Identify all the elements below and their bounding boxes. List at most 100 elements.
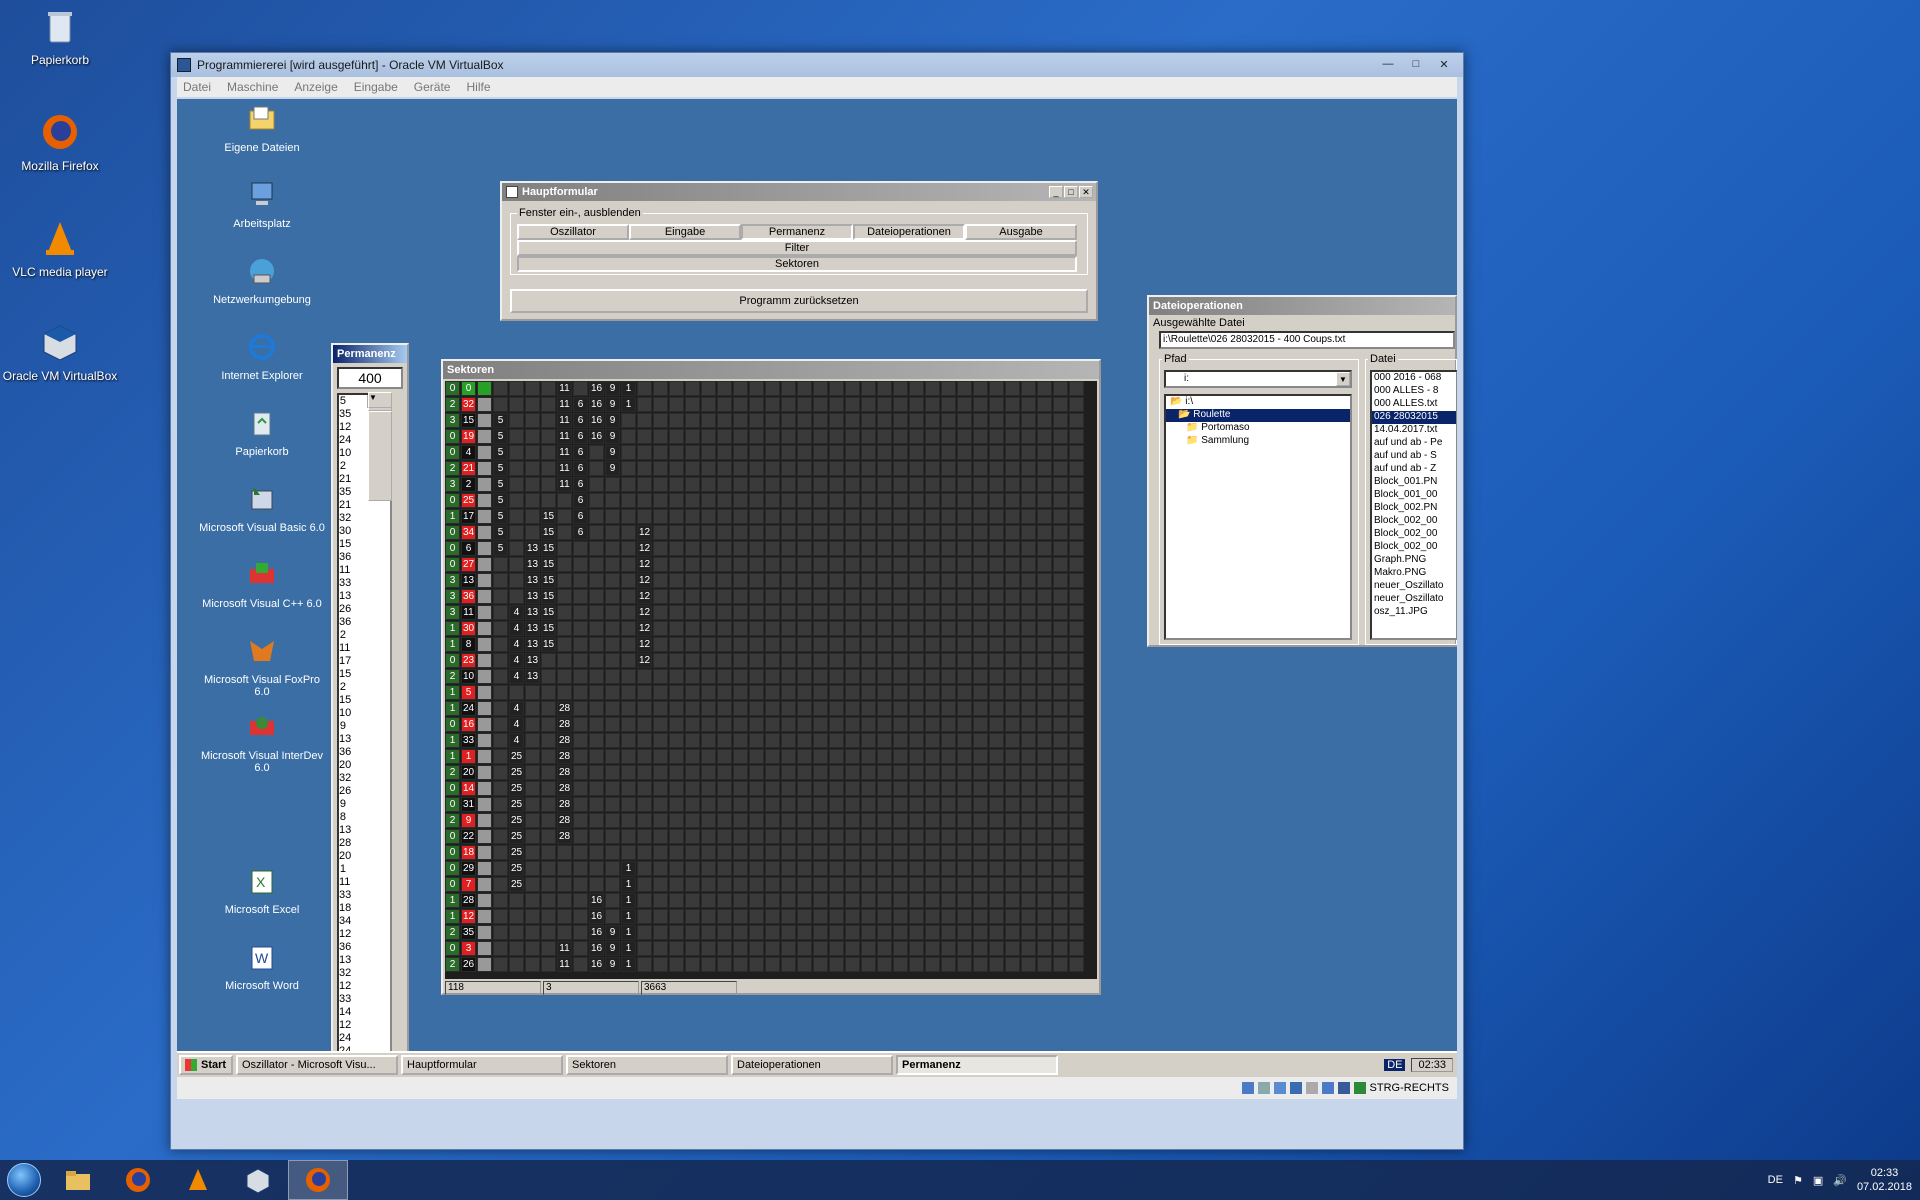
- taskbar-firefox[interactable]: [108, 1160, 168, 1200]
- file-item[interactable]: auf und ab - Pe: [1372, 437, 1456, 450]
- folder-item-selected[interactable]: 📂 Roulette: [1166, 409, 1350, 422]
- permanenz-number[interactable]: 14: [339, 1006, 368, 1019]
- scroll-down-arrow-icon[interactable]: ▼: [368, 392, 392, 408]
- permanenz-number[interactable]: 36: [339, 616, 368, 629]
- permanenz-number[interactable]: 10: [339, 447, 368, 460]
- file-item[interactable]: neuer_Oszillato: [1372, 593, 1456, 606]
- file-item[interactable]: 026 28032015: [1372, 411, 1456, 424]
- file-item[interactable]: Block_002_00: [1372, 515, 1456, 528]
- permanenz-number[interactable]: 12: [339, 1019, 368, 1032]
- guest-icon-word[interactable]: W Microsoft Word: [197, 941, 327, 992]
- file-item[interactable]: auf und ab - Z: [1372, 463, 1456, 476]
- hdd-icon[interactable]: [1241, 1082, 1254, 1094]
- file-item[interactable]: 000 ALLES - 8: [1372, 385, 1456, 398]
- permanenz-titlebar[interactable]: Permanenz: [333, 345, 407, 363]
- taskbar-oszillator[interactable]: Oszillator - Microsoft Visu...: [236, 1055, 398, 1075]
- permanenz-number[interactable]: 9: [339, 798, 368, 811]
- permanenz-number[interactable]: 1: [339, 863, 368, 876]
- permanenz-number[interactable]: 20: [339, 850, 368, 863]
- permanenz-scrollbar[interactable]: ▲ ▼: [367, 392, 392, 501]
- taskbar-sektoren[interactable]: Sektoren: [566, 1055, 728, 1075]
- display-icon[interactable]: [1321, 1082, 1334, 1094]
- permanenz-number[interactable]: 15: [339, 668, 368, 681]
- folder-item[interactable]: 📂 i:\: [1166, 396, 1350, 409]
- usb-icon[interactable]: [1289, 1082, 1302, 1094]
- guest-icon-internet-explorer[interactable]: Internet Explorer: [197, 331, 327, 382]
- permanenz-number[interactable]: 35: [339, 486, 368, 499]
- dateioperationen-button[interactable]: Dateioperationen: [853, 224, 965, 240]
- host-icon-firefox[interactable]: Mozilla Firefox: [0, 112, 120, 173]
- file-item[interactable]: 14.04.2017.txt: [1372, 424, 1456, 437]
- minimize-button[interactable]: _: [1049, 186, 1063, 198]
- menu-hilfe[interactable]: Hilfe: [466, 80, 490, 94]
- menu-eingabe[interactable]: Eingabe: [354, 80, 398, 94]
- permanenz-number[interactable]: 13: [339, 590, 368, 603]
- permanenz-number[interactable]: 24: [339, 434, 368, 447]
- permanenz-number[interactable]: 20: [339, 759, 368, 772]
- file-item[interactable]: Makro.PNG: [1372, 567, 1456, 580]
- permanenz-button[interactable]: Permanenz: [741, 224, 853, 240]
- guest-icon-vcpp[interactable]: Microsoft Visual C++ 6.0: [197, 559, 327, 610]
- permanenz-number[interactable]: 11: [339, 876, 368, 889]
- language-indicator[interactable]: DE: [1384, 1059, 1406, 1071]
- hauptformular-titlebar[interactable]: Hauptformular: [502, 183, 1096, 201]
- guest-icon-network[interactable]: Netzwerkumgebung: [197, 255, 327, 306]
- permanenz-number[interactable]: 12: [339, 928, 368, 941]
- permanenz-number[interactable]: 2: [339, 629, 368, 642]
- menu-geraete[interactable]: Geräte: [414, 80, 451, 94]
- permanenz-number[interactable]: 33: [339, 993, 368, 1006]
- permanenz-number[interactable]: 11: [339, 564, 368, 577]
- file-item[interactable]: neuer_Oszillato: [1372, 580, 1456, 593]
- folder-item[interactable]: 📁 Portomaso: [1166, 422, 1350, 435]
- taskbar-hauptformular[interactable]: Hauptformular: [401, 1055, 563, 1075]
- permanenz-number[interactable]: 24: [339, 1032, 368, 1045]
- permanenz-number[interactable]: 2: [339, 460, 368, 473]
- guest-icon-excel[interactable]: X Microsoft Excel: [197, 865, 327, 916]
- permanenz-number[interactable]: 10: [339, 707, 368, 720]
- folder-list[interactable]: 📂 i:\ 📂 Roulette 📁 Portomaso 📁 Sammlung: [1164, 394, 1352, 640]
- volume-icon[interactable]: 🔊: [1833, 1174, 1847, 1187]
- guest-icon-recycle-bin[interactable]: Papierkorb: [197, 407, 327, 458]
- permanenz-number[interactable]: 15: [339, 538, 368, 551]
- menu-maschine[interactable]: Maschine: [227, 80, 278, 94]
- file-list[interactable]: 000 2016 - 068 000 ALLES - 8 000 ALLES.txt…: [1370, 370, 1457, 640]
- permanenz-number[interactable]: 30: [339, 525, 368, 538]
- maximize-button[interactable]: □: [1064, 186, 1078, 198]
- ausgabe-button[interactable]: Ausgabe: [965, 224, 1077, 240]
- permanenz-number[interactable]: 12: [339, 421, 368, 434]
- close-button[interactable]: ✕: [1431, 55, 1457, 73]
- permanenz-number[interactable]: 35: [339, 408, 368, 421]
- taskbar-vlc[interactable]: [168, 1160, 228, 1200]
- permanenz-number[interactable]: 13: [339, 733, 368, 746]
- guest-icon-my-computer[interactable]: Arbeitsplatz: [197, 179, 327, 230]
- taskbar-permanenz[interactable]: Permanenz: [896, 1055, 1058, 1075]
- permanenz-number[interactable]: 33: [339, 577, 368, 590]
- oszillator-button[interactable]: Oszillator: [517, 224, 629, 240]
- permanenz-number[interactable]: 21: [339, 473, 368, 486]
- scroll-thumb[interactable]: [368, 411, 392, 501]
- selected-file-field[interactable]: i:\Roulette\026 28032015 - 400 Coups.txt: [1159, 331, 1455, 349]
- permanenz-number[interactable]: 32: [339, 772, 368, 785]
- filter-button[interactable]: Filter: [517, 240, 1077, 256]
- permanenz-number[interactable]: 13: [339, 824, 368, 837]
- menu-datei[interactable]: Datei: [183, 80, 211, 94]
- close-button[interactable]: ✕: [1079, 186, 1093, 198]
- file-item[interactable]: Graph.PNG: [1372, 554, 1456, 567]
- flag-icon[interactable]: ⚑: [1793, 1174, 1803, 1187]
- host-icon-vlc[interactable]: VLC media player: [0, 218, 120, 279]
- permanenz-list[interactable]: 5 35 12 24 10 2 21 35 21 32 30 15 36 11 33 13 26 36 2 11 17 1…: [337, 392, 392, 1089]
- permanenz-number[interactable]: 32: [339, 967, 368, 980]
- host-start-button[interactable]: [0, 1160, 48, 1200]
- dateioperationen-titlebar[interactable]: Dateioperationen: [1149, 297, 1455, 315]
- guest-start-button[interactable]: Start: [179, 1055, 233, 1075]
- taskbar-dateioperationen[interactable]: Dateioperationen: [731, 1055, 893, 1075]
- permanenz-number[interactable]: 28: [339, 837, 368, 850]
- taskbar-firefox-active[interactable]: [288, 1160, 348, 1200]
- permanenz-number[interactable]: 13: [339, 954, 368, 967]
- menu-anzeige[interactable]: Anzeige: [294, 80, 337, 94]
- permanenz-number[interactable]: 26: [339, 785, 368, 798]
- guest-icon-vb6[interactable]: Microsoft Visual Basic 6.0: [197, 483, 327, 534]
- file-item[interactable]: Block_002_00: [1372, 541, 1456, 554]
- folder-item[interactable]: 📁 Sammlung: [1166, 435, 1350, 448]
- guest-icon-foxpro[interactable]: Microsoft Visual FoxPro 6.0: [197, 635, 327, 698]
